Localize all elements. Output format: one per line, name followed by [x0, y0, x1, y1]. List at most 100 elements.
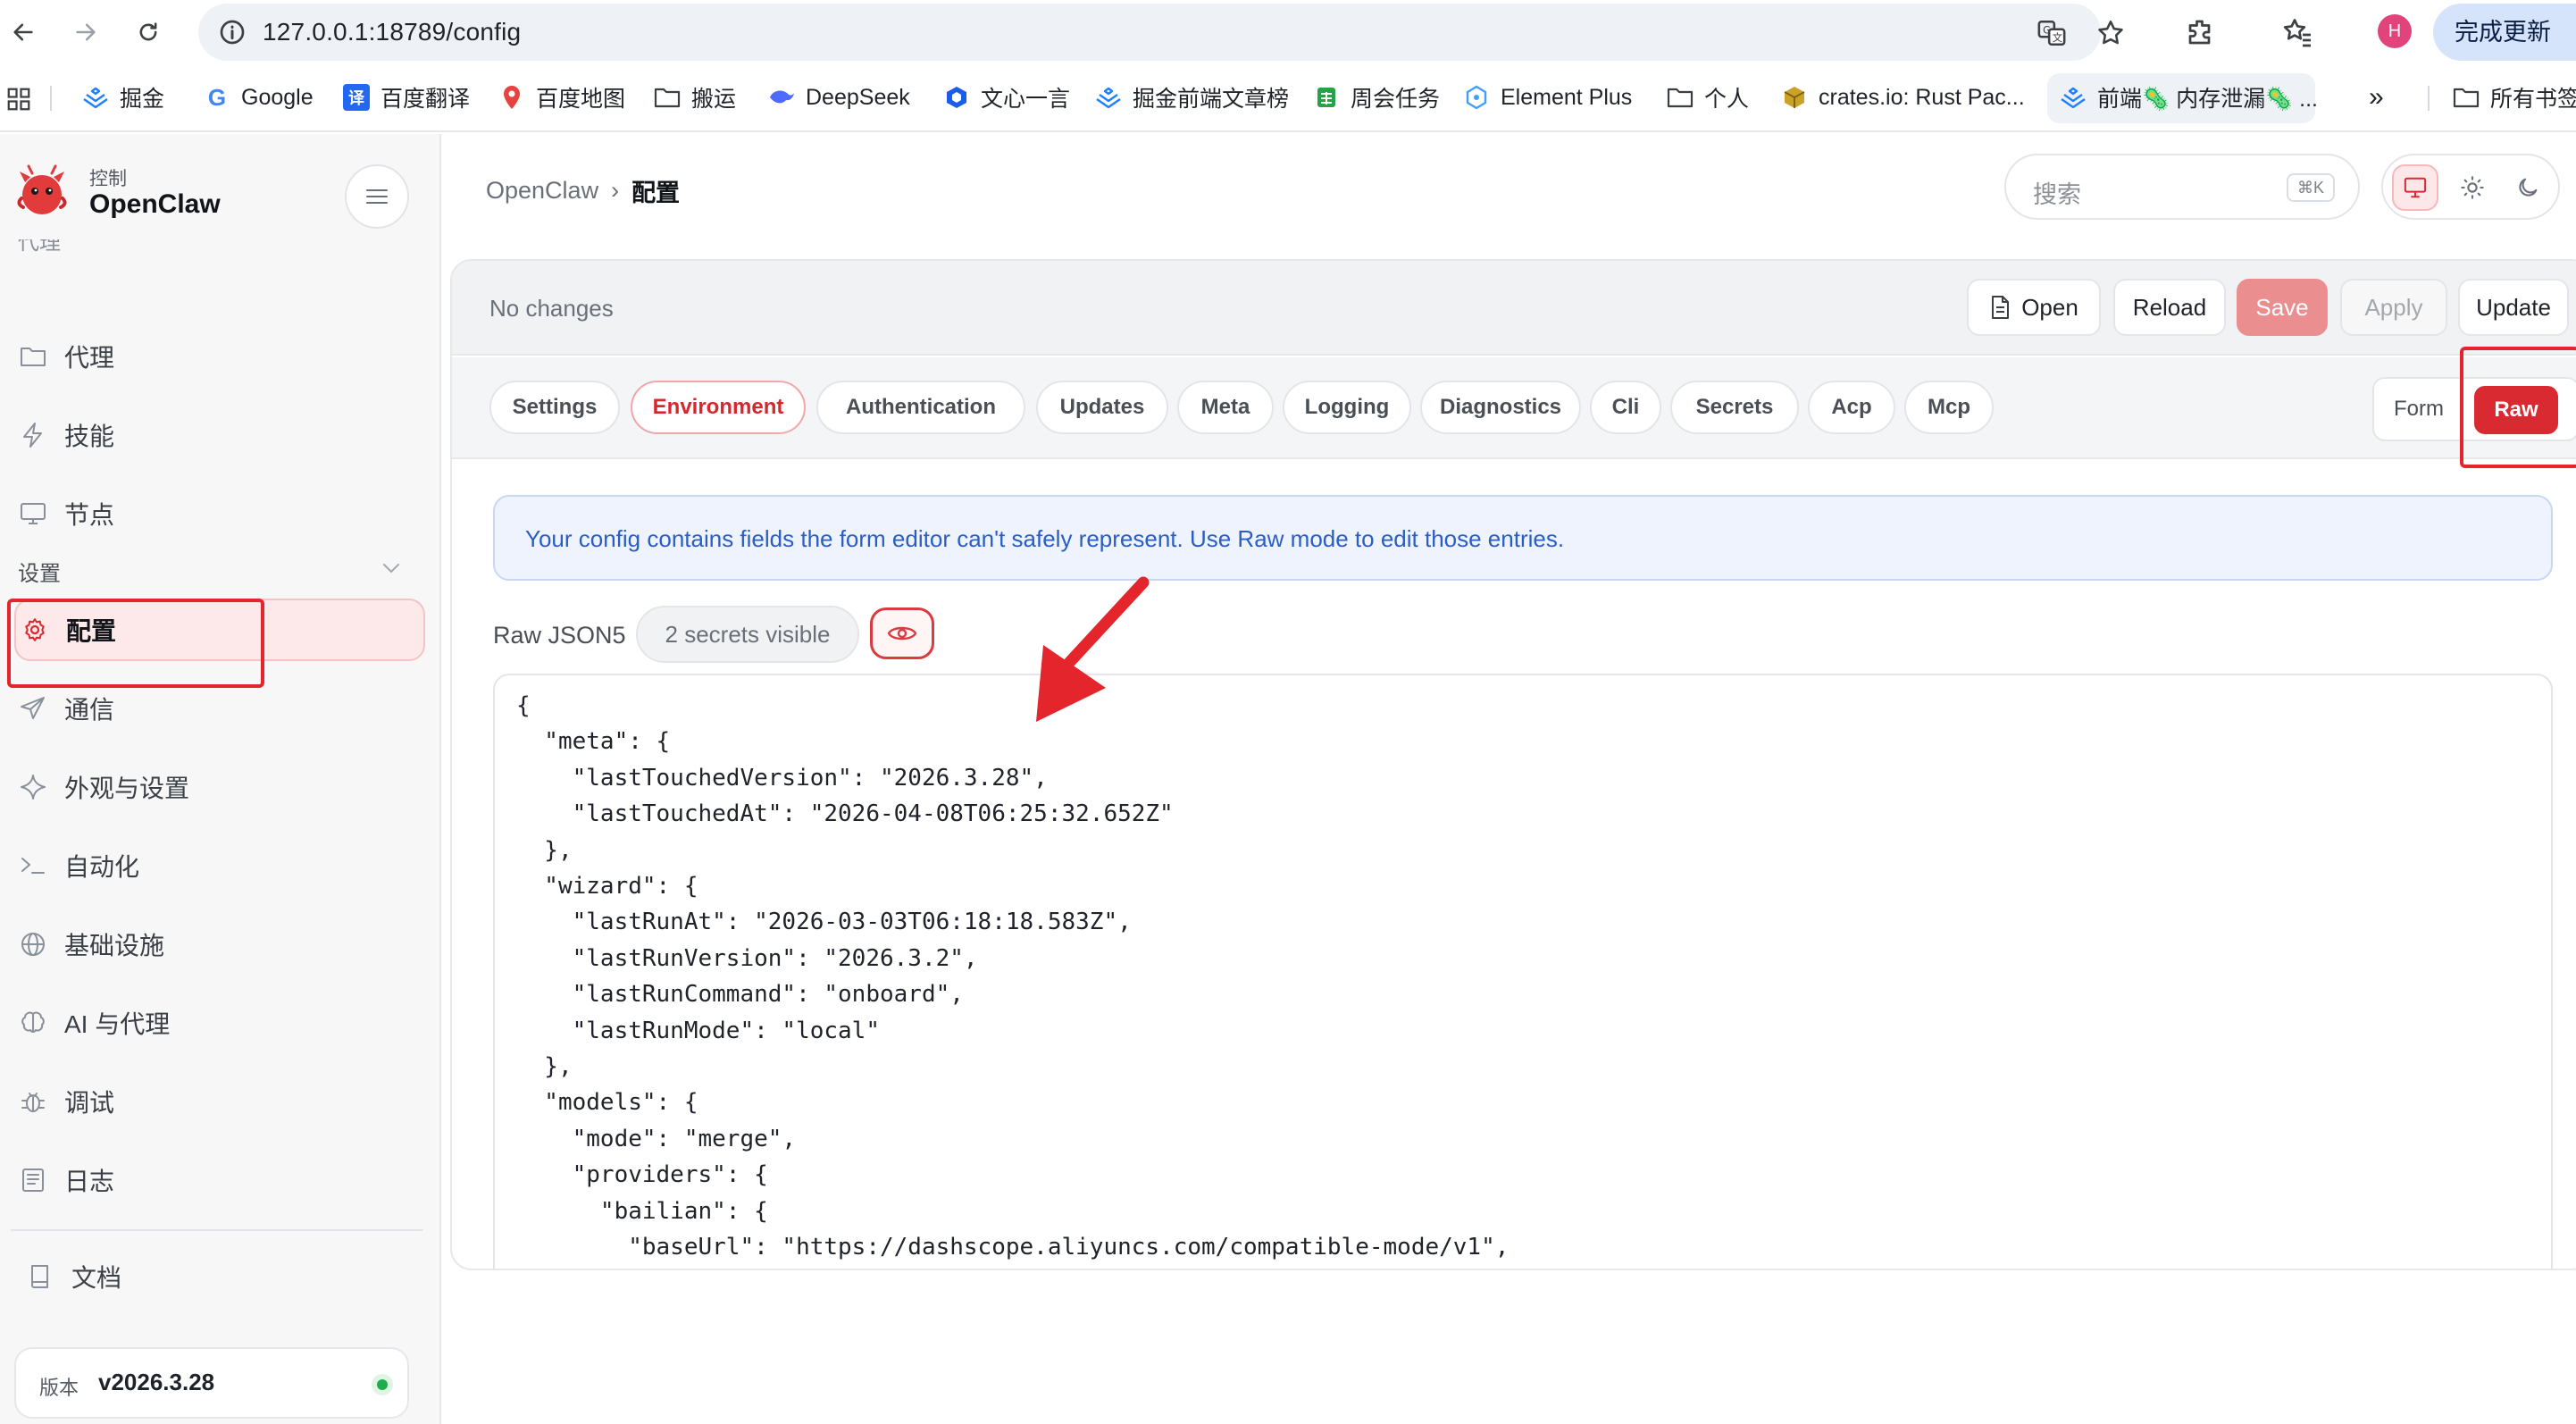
- sparkle-icon: [18, 772, 48, 802]
- extensions-icon[interactable]: [2185, 16, 2217, 48]
- sidebar-section-settings[interactable]: 设置: [18, 556, 411, 587]
- bookmark-weekly-tasks[interactable]: 周会任务: [1313, 80, 1440, 114]
- browser-toolbar: 127.0.0.1:18789/config G文 H 完成更新: [0, 0, 2576, 64]
- star-icon[interactable]: [2095, 18, 2126, 48]
- bookmark-label: 搬运: [691, 87, 737, 112]
- bookmark-baidu-map[interactable]: 百度地图: [498, 80, 625, 114]
- sidebar-item-label: 技能: [64, 423, 115, 450]
- sidebar-item-infrastructure[interactable]: 基础设施: [14, 913, 425, 976]
- save-button[interactable]: Save: [2237, 279, 2328, 336]
- bookmark-crates[interactable]: crates.io: Rust Pac...: [1781, 80, 2025, 114]
- bookmark-baidu-translate[interactable]: 译百度翻译: [343, 80, 470, 114]
- sidebar-item-logs[interactable]: 日志: [14, 1149, 425, 1211]
- theme-dark-button[interactable]: [2505, 164, 2551, 211]
- tab-label: Settings: [512, 395, 598, 419]
- apply-button[interactable]: Apply: [2340, 279, 2447, 336]
- back-button[interactable]: [5, 14, 41, 50]
- raw-editor-label: Raw JSON5: [493, 622, 626, 649]
- folder-icon: [2453, 84, 2480, 111]
- search-shortcut-badge: ⌘K: [2287, 173, 2335, 202]
- send-icon: [18, 693, 48, 724]
- bookmarks-overflow-button[interactable]: »: [2369, 80, 2384, 114]
- sidebar-item-automation[interactable]: 自动化: [14, 834, 425, 897]
- bookmark-manager-icon[interactable]: [2281, 16, 2313, 48]
- sidebar-item-agent[interactable]: 代理: [14, 325, 425, 388]
- url-text[interactable]: 127.0.0.1:18789/config: [263, 18, 521, 46]
- sidebar-item-ai-agents[interactable]: AI 与代理: [14, 992, 425, 1054]
- secrets-count-text: 2 secrets visible: [665, 620, 831, 648]
- baidu-translate-icon: 译: [343, 84, 370, 111]
- tab-secrets[interactable]: Secrets: [1670, 381, 1799, 434]
- sidebar-toggle-button[interactable]: [345, 164, 409, 229]
- update-button[interactable]: Update: [2458, 279, 2569, 336]
- reload-page-button[interactable]: [130, 14, 166, 50]
- tab-environment[interactable]: Environment: [631, 381, 806, 434]
- sun-icon: [2461, 176, 2484, 199]
- tab-label: Secrets: [1695, 395, 1774, 419]
- change-status-text: No changes: [489, 295, 614, 322]
- address-bar[interactable]: 127.0.0.1:18789/config G文: [198, 4, 2123, 61]
- update-button-label: Update: [2476, 293, 2551, 321]
- tab-cli[interactable]: Cli: [1590, 381, 1661, 434]
- bookmark-memory-leak[interactable]: 前端🦠 内存泄漏🦠 ...: [2060, 80, 2318, 114]
- toggle-secrets-button[interactable]: [870, 607, 934, 659]
- folder-icon: [654, 84, 681, 111]
- forward-button[interactable]: [68, 14, 104, 50]
- bookmark-wenxin[interactable]: 文心一言: [943, 80, 1070, 114]
- tab-settings[interactable]: Settings: [489, 381, 620, 434]
- arrow-right-icon: [76, 23, 96, 41]
- bookmark-label: 掘金前端文章榜: [1133, 87, 1290, 112]
- theme-system-button[interactable]: [2392, 164, 2438, 211]
- version-value: v2026.3.28: [98, 1369, 215, 1395]
- sidebar-item-nodes[interactable]: 节点: [14, 482, 425, 545]
- reload-button[interactable]: Reload: [2113, 279, 2226, 336]
- annotation-arrow-icon: [1036, 576, 1150, 722]
- bookmark-folder-banyun[interactable]: 搬运: [654, 80, 736, 114]
- bookmark-deepseek[interactable]: DeepSeek: [768, 80, 910, 114]
- breadcrumb-root[interactable]: OpenClaw: [486, 177, 598, 205]
- open-button-label: Open: [2021, 293, 2078, 321]
- bookmark-label: 百度翻译: [381, 87, 471, 112]
- apps-grid-icon[interactable]: [5, 86, 32, 113]
- tab-acp[interactable]: Acp: [1808, 381, 1895, 434]
- translate-icon[interactable]: G文: [2037, 18, 2067, 48]
- tab-meta[interactable]: Meta: [1177, 381, 1274, 434]
- bookmark-google[interactable]: G Google: [204, 80, 314, 114]
- raw-json-content[interactable]: { "meta": { "lastTouchedVersion": "2026.…: [516, 688, 1509, 1266]
- sidebar-item-debug[interactable]: 调试: [14, 1070, 425, 1133]
- arrow-left-icon: [13, 23, 33, 41]
- bookmark-all-bookmarks[interactable]: 所有书签: [2453, 80, 2576, 114]
- tab-label: Authentication: [846, 395, 996, 419]
- theme-light-button[interactable]: [2449, 164, 2496, 211]
- info-icon[interactable]: [218, 18, 247, 46]
- bookmark-folder-personal[interactable]: 个人: [1667, 80, 1749, 114]
- tab-updates[interactable]: Updates: [1036, 381, 1168, 434]
- bookmark-juejin[interactable]: 掘金: [82, 80, 164, 114]
- tab-mcp[interactable]: Mcp: [1904, 381, 1994, 434]
- sidebar-item-appearance[interactable]: 外观与设置: [14, 756, 425, 818]
- status-online-indicator: [372, 1374, 393, 1395]
- folder-icon: [18, 341, 48, 372]
- chevron-down-icon[interactable]: [381, 561, 402, 575]
- sidebar-item-label: 节点: [64, 501, 115, 529]
- open-button[interactable]: Open: [1967, 279, 2101, 336]
- juejin-icon: [1095, 84, 1122, 111]
- browser-update-button[interactable]: 完成更新: [2433, 4, 2576, 61]
- sidebar-item-docs[interactable]: 文档: [21, 1245, 432, 1308]
- tab-label: Cli: [1611, 395, 1640, 419]
- tab-logging[interactable]: Logging: [1283, 381, 1411, 434]
- config-section-tabs: Settings Environment Authentication Upda…: [452, 357, 2576, 459]
- sidebar-item-skills[interactable]: 技能: [14, 404, 425, 466]
- tab-authentication[interactable]: Authentication: [816, 381, 1025, 434]
- bookmark-element-plus[interactable]: Element Plus: [1463, 80, 1632, 114]
- search-input[interactable]: 搜索 ⌘K: [2004, 154, 2360, 220]
- mode-form-button[interactable]: Form: [2394, 397, 2444, 422]
- raw-json-editor[interactable]: { "meta": { "lastTouchedVersion": "2026.…: [493, 674, 2553, 1269]
- config-toolbar: No changes Open Reload Save Apply Update: [452, 261, 2576, 356]
- bookmark-juejin-ranking[interactable]: 掘金前端文章榜: [1095, 80, 1289, 114]
- save-button-label: Save: [2255, 293, 2309, 321]
- tab-diagnostics[interactable]: Diagnostics: [1420, 381, 1581, 434]
- reload-button-label: Reload: [2132, 293, 2207, 321]
- profile-avatar[interactable]: H: [2378, 14, 2412, 48]
- bookmark-label: 百度地图: [536, 87, 626, 112]
